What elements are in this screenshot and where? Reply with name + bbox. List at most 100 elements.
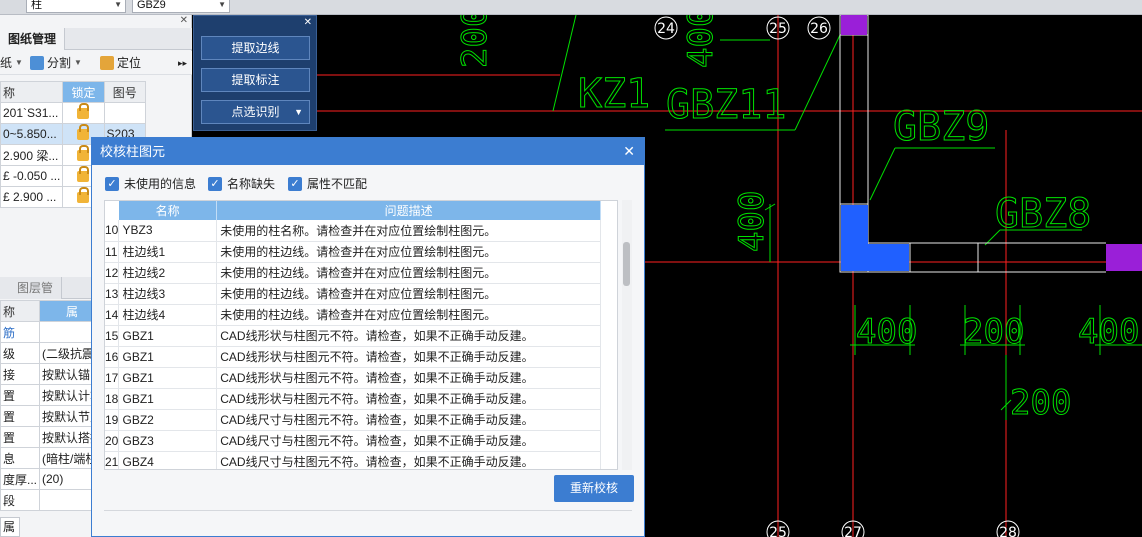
row-desc: CAD线尺寸与柱图元不符。请检查，如果不正确手动反建。: [216, 409, 601, 431]
prop-row[interactable]: 息 (暗柱/端柱): [0, 447, 106, 469]
dialog-title-bar[interactable]: 校核柱图元 ✕: [92, 138, 644, 165]
table-row[interactable]: 20 GBZ3 CAD线尺寸与柱图元不符。请检查，如果不正确手动反建。: [105, 430, 601, 452]
table-row[interactable]: 201`S31...: [0, 102, 147, 124]
table-row[interactable]: 10 YBZ3 未使用的柱名称。请检查并在对应位置绘制柱图元。: [105, 220, 601, 242]
prop-col-name: 称: [0, 300, 41, 322]
close-icon[interactable]: ✕: [180, 15, 188, 26]
row-desc: CAD线形状与柱图元不符。请检查，如果不正确手动反建。: [216, 367, 601, 389]
table-row[interactable]: 21 GBZ4 CAD线尺寸与柱图元不符。请检查，如果不正确手动反建。: [105, 451, 601, 469]
recheck-button[interactable]: 重新校核: [554, 475, 634, 502]
check-icon: ✓: [105, 176, 119, 191]
prop-key: 接: [0, 363, 41, 385]
row-index: 20: [105, 430, 120, 452]
table-row[interactable]: 15 GBZ1 CAD线形状与柱图元不符。请检查，如果不正确手动反建。: [105, 325, 601, 347]
row-name: GBZ2: [118, 409, 218, 431]
row-desc: CAD线形状与柱图元不符。请检查，如果不正确手动反建。: [216, 388, 601, 410]
table-row[interactable]: 18 GBZ1 CAD线形状与柱图元不符。请检查，如果不正确手动反建。: [105, 388, 601, 410]
extract-edge-button[interactable]: 提取边线: [201, 36, 310, 60]
prop-key: 置: [0, 384, 41, 406]
tool-partial[interactable]: 纸 ▼: [0, 51, 23, 75]
unused-info-checkbox[interactable]: ✓ 未使用的信息: [105, 175, 196, 192]
row-index: 13: [105, 283, 120, 305]
tab-layer-management[interactable]: 图层管理: [0, 277, 62, 317]
table-row[interactable]: 12 柱边线2 未使用的柱边线。请检查并在对应位置绘制柱图元。: [105, 262, 601, 284]
name-missing-checkbox[interactable]: ✓ 名称缺失: [208, 175, 275, 192]
point-recognize-button[interactable]: 点选识别 ▼: [201, 100, 310, 124]
table-row[interactable]: 17 GBZ1 CAD线形状与柱图元不符。请检查，如果不正确手动反建。: [105, 367, 601, 389]
cad-dim-400-right: 400: [1078, 312, 1139, 352]
row-index: 16: [105, 346, 120, 368]
prop-row[interactable]: 置按默认节点: [0, 405, 106, 427]
row-name: 柱边线4: [118, 304, 218, 326]
cad-label-gbz8: GBZ8: [995, 191, 1091, 237]
checkbox-label: 未使用的信息: [124, 177, 197, 191]
cad-label-gbz9: GBZ9: [893, 104, 989, 150]
col-name-header: 名称: [118, 201, 218, 220]
row-name: GBZ1: [118, 388, 218, 410]
checkbox-label: 名称缺失: [227, 177, 276, 191]
table-row[interactable]: 11 柱边线1 未使用的柱边线。请检查并在对应位置绘制柱图元。: [105, 241, 601, 263]
col-lock[interactable]: 锁定: [62, 81, 105, 103]
prop-row[interactable]: 级 (二级抗震): [0, 342, 106, 364]
prop-row[interactable]: 段: [0, 489, 106, 511]
column-gbz9-fill[interactable]: [841, 205, 868, 271]
element-type-combo[interactable]: 柱 ▼: [26, 0, 126, 13]
check-column-dialog: 校核柱图元 ✕ ✓ 未使用的信息 ✓ 名称缺失 ✓ 属性不匹配 名称 问题描述 10 Y…: [91, 137, 645, 537]
cad-recognize-panel: ✕ 提取边线 提取标注 点选识别 ▼: [193, 15, 317, 131]
prop-row[interactable]: 置按默认计算: [0, 384, 106, 406]
row-desc: CAD线尺寸与柱图元不符。请检查，如果不正确手动反建。: [216, 430, 601, 452]
row-code: [103, 102, 147, 124]
table-scrollbar[interactable]: [622, 200, 632, 470]
row-desc: 未使用的柱名称。请检查并在对应位置绘制柱图元。: [216, 220, 601, 242]
row-desc: 未使用的柱边线。请检查并在对应位置绘制柱图元。: [216, 283, 601, 305]
prop-row[interactable]: 接按默认锚固: [0, 363, 106, 385]
row-name: GBZ4: [118, 451, 218, 469]
close-icon[interactable]: ✕: [304, 17, 312, 28]
tab-drawing-management[interactable]: 图纸管理: [0, 28, 66, 50]
locate-button[interactable]: 定位: [100, 51, 141, 75]
col-desc-header: 问题描述: [216, 201, 601, 220]
lock-icon[interactable]: [77, 124, 90, 140]
cad-dim-400-top: 400: [681, 7, 721, 68]
lock-icon[interactable]: [77, 103, 90, 119]
cad-dim-400-side: 400: [732, 191, 772, 252]
split-button[interactable]: 分割 ▼: [30, 51, 82, 75]
col-number: 图号: [103, 81, 147, 103]
table-row[interactable]: 14 柱边线4 未使用的柱边线。请检查并在对应位置绘制柱图元。: [105, 304, 601, 326]
row-index: 18: [105, 388, 120, 410]
lock-icon[interactable]: [77, 145, 90, 161]
row-index: 19: [105, 409, 120, 431]
prop-key: 置: [0, 405, 41, 427]
row-name: £ 2.900 ...: [0, 186, 64, 208]
lock-icon[interactable]: [77, 187, 90, 203]
table-row[interactable]: 16 GBZ1 CAD线形状与柱图元不符。请检查，如果不正确手动反建。: [105, 346, 601, 368]
col-name: 称: [0, 81, 64, 103]
column-magenta-top[interactable]: [841, 15, 867, 35]
tab-properties[interactable]: 属: [0, 517, 20, 537]
row-desc: CAD线形状与柱图元不符。请检查，如果不正确手动反建。: [216, 346, 601, 368]
prop-row[interactable]: 筋: [0, 321, 106, 343]
table-row[interactable]: 13 柱边线3 未使用的柱边线。请检查并在对应位置绘制柱图元。: [105, 283, 601, 305]
column-magenta-right[interactable]: [1106, 244, 1142, 271]
row-desc: CAD线形状与柱图元不符。请检查，如果不正确手动反建。: [216, 325, 601, 347]
row-index: 17: [105, 367, 120, 389]
close-icon[interactable]: ✕: [623, 138, 635, 165]
row-name: 柱边线2: [118, 262, 218, 284]
row-index: 12: [105, 262, 120, 284]
prop-row[interactable]: 置按默认搭接: [0, 426, 106, 448]
more-icon[interactable]: ▸▸: [178, 51, 187, 75]
tool-label: 分割: [47, 56, 72, 70]
combo-value: 柱: [31, 0, 42, 11]
chevron-down-icon[interactable]: ▼: [294, 101, 303, 123]
row-name: YBZ3: [118, 220, 218, 242]
button-label: 点选识别: [231, 105, 280, 119]
dialog-divider: [104, 510, 632, 511]
lock-icon[interactable]: [77, 166, 90, 182]
table-row[interactable]: 19 GBZ2 CAD线尺寸与柱图元不符。请检查，如果不正确手动反建。: [105, 409, 601, 431]
extract-label-button[interactable]: 提取标注: [201, 68, 310, 92]
attribute-mismatch-checkbox[interactable]: ✓ 属性不匹配: [288, 175, 367, 192]
locate-icon: [100, 56, 114, 70]
scrollbar-thumb[interactable]: [623, 242, 630, 286]
element-name-combo[interactable]: GBZ9 ▼: [132, 0, 230, 13]
prop-row[interactable]: 度厚... (20): [0, 468, 106, 490]
